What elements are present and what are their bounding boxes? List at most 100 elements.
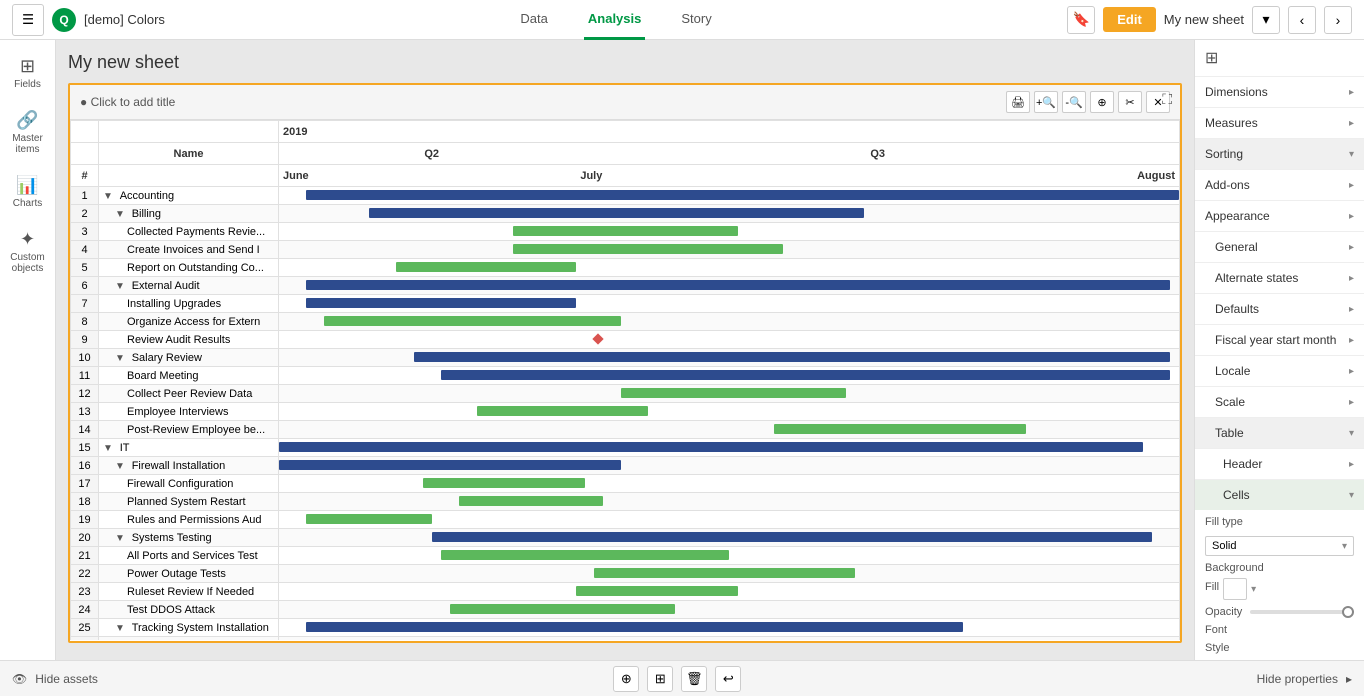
gantt-bar xyxy=(279,460,621,470)
row-num: 24 xyxy=(71,601,99,619)
section-general: General ▸ xyxy=(1195,232,1364,263)
nav-back-button[interactable]: ‹ xyxy=(1288,6,1316,34)
custom-objects-label: Custom objects xyxy=(8,252,48,274)
defaults-header[interactable]: Defaults ▸ xyxy=(1195,294,1364,324)
right-panel-top: ⊞ xyxy=(1195,40,1364,77)
appearance-header[interactable]: Appearance ▸ xyxy=(1195,201,1364,231)
topbar: ☰ Q [demo] Colors Data Analysis Story 🔖 … xyxy=(0,0,1364,40)
fill-color-picker[interactable] xyxy=(1223,578,1247,600)
tab-story[interactable]: Story xyxy=(677,0,715,40)
row-chart xyxy=(279,439,1180,457)
tab-analysis[interactable]: Analysis xyxy=(584,0,645,40)
maximize-button[interactable]: ⛶ xyxy=(1162,91,1172,108)
charts-icon: 📊 xyxy=(16,175,38,196)
addons-label: Add-ons xyxy=(1205,178,1250,192)
sidebar-item-master-items[interactable]: 🔗 Master items xyxy=(4,102,52,163)
expand-icon[interactable]: ▼ xyxy=(115,281,128,292)
delete-button[interactable]: 🗑 xyxy=(681,666,707,692)
zoom-out-button[interactable]: -🔍 xyxy=(1062,91,1086,113)
print-button[interactable]: 🖨 xyxy=(1006,91,1030,113)
tab-data[interactable]: Data xyxy=(516,0,551,40)
selection-button[interactable]: ⊕ xyxy=(1090,91,1114,113)
row-name: Ruleset Review If Needed xyxy=(99,583,279,601)
dimensions-header[interactable]: Dimensions ▸ xyxy=(1195,77,1364,107)
row-num: 7 xyxy=(71,295,99,313)
opacity-label: Opacity xyxy=(1205,606,1242,618)
gantt-bar xyxy=(306,622,963,632)
row-num: 1 xyxy=(71,187,99,205)
table-row: 9Review Audit Results xyxy=(71,331,1180,349)
header-header[interactable]: Header ▸ xyxy=(1195,449,1364,479)
add-sheet-button[interactable]: ⊕ xyxy=(613,666,639,692)
expand-icon[interactable]: ▼ xyxy=(115,533,128,544)
q2-label: Q2 xyxy=(283,148,580,160)
row-chart xyxy=(279,565,1180,583)
click-to-add-title[interactable]: ● Click to add title xyxy=(80,95,175,109)
nav-forward-button[interactable]: › xyxy=(1324,6,1352,34)
edit-button[interactable]: Edit xyxy=(1103,7,1156,32)
general-header[interactable]: General ▸ xyxy=(1195,232,1364,262)
row-chart xyxy=(279,547,1180,565)
row-name: Power Outage Tests xyxy=(99,565,279,583)
row-num: 25 xyxy=(71,619,99,637)
header-chevron: ▸ xyxy=(1349,459,1354,470)
expand-icon[interactable]: ▼ xyxy=(115,623,128,634)
gantt-bar xyxy=(513,244,783,254)
row-name: ▼ External Audit xyxy=(99,277,279,295)
table-row: 1▼ Accounting xyxy=(71,187,1180,205)
hide-properties-area[interactable]: Hide properties ▸ xyxy=(1257,672,1352,686)
row-chart xyxy=(279,601,1180,619)
cells-header[interactable]: Cells ▾ xyxy=(1195,480,1364,510)
expand-icon[interactable]: ▼ xyxy=(115,353,128,364)
gantt-bar xyxy=(306,190,1179,200)
sheet-container: ● Click to add title 🖨 +🔍 -🔍 ⊕ ✂ ✕ ⛶ xyxy=(68,83,1182,643)
scale-header[interactable]: Scale ▸ xyxy=(1195,387,1364,417)
row-chart xyxy=(279,529,1180,547)
table-row: 8Organize Access for Extern xyxy=(71,313,1180,331)
measures-header[interactable]: Measures ▸ xyxy=(1195,108,1364,138)
gantt-chart-area[interactable]: 2019 Name Q2 Q3 xyxy=(70,120,1180,640)
locale-header[interactable]: Locale ▸ xyxy=(1195,356,1364,386)
row-num: 6 xyxy=(71,277,99,295)
expand-icon[interactable]: ▼ xyxy=(103,443,116,454)
sidebar-item-custom-objects[interactable]: ✦ Custom objects xyxy=(4,221,52,282)
hide-assets-area[interactable]: 👁 Hide assets xyxy=(12,672,98,686)
row-chart xyxy=(279,295,1180,313)
sheet-options-icon[interactable]: ▾ xyxy=(1252,6,1280,34)
sorting-header[interactable]: Sorting ▾ xyxy=(1195,139,1364,169)
general-chevron: ▸ xyxy=(1349,242,1354,253)
opacity-slider[interactable] xyxy=(1250,610,1354,614)
expand-icon[interactable]: ▼ xyxy=(103,191,116,202)
expand-icon[interactable]: ▼ xyxy=(115,209,128,220)
background-sublabel: Background xyxy=(1205,562,1354,574)
zoom-in-button[interactable]: +🔍 xyxy=(1034,91,1058,113)
table-row: 26Obtain Licenses from the V xyxy=(71,637,1180,641)
row-name: Report on Outstanding Co... xyxy=(99,259,279,277)
gantt-bar xyxy=(306,298,576,308)
scale-chevron: ▸ xyxy=(1349,397,1354,408)
sidebar-item-fields[interactable]: ⊞ Fields xyxy=(4,48,52,98)
alternate-states-header[interactable]: Alternate states ▸ xyxy=(1195,263,1364,293)
fiscal-year-header[interactable]: Fiscal year start month ▸ xyxy=(1195,325,1364,355)
charts-label: Charts xyxy=(13,198,42,209)
bookmark-icon[interactable]: 🔖 xyxy=(1067,6,1095,34)
table-header[interactable]: Table ▾ xyxy=(1195,418,1364,448)
row-chart xyxy=(279,205,1180,223)
table-row: 21All Ports and Services Test xyxy=(71,547,1180,565)
addons-header[interactable]: Add-ons ▸ xyxy=(1195,170,1364,200)
expand-icon[interactable]: ▼ xyxy=(115,461,128,472)
undo-bottom-button[interactable]: ↩ xyxy=(715,666,741,692)
duplicate-button[interactable]: ⊞ xyxy=(647,666,673,692)
table-row: 10▼ Salary Review xyxy=(71,349,1180,367)
table-label: Table xyxy=(1215,426,1244,440)
gantt-bar xyxy=(621,388,846,398)
sidebar-item-charts[interactable]: 📊 Charts xyxy=(4,167,52,217)
font-label: Font xyxy=(1205,624,1354,636)
fill-type-dropdown[interactable]: Solid ▾ xyxy=(1205,536,1354,556)
row-name: Employee Interviews xyxy=(99,403,279,421)
row-name: Planned System Restart xyxy=(99,493,279,511)
cut-button[interactable]: ✂ xyxy=(1118,91,1142,113)
grid-icon: ⊞ xyxy=(1205,48,1218,68)
hamburger-menu[interactable]: ☰ xyxy=(12,4,44,36)
opacity-thumb[interactable] xyxy=(1342,606,1354,618)
